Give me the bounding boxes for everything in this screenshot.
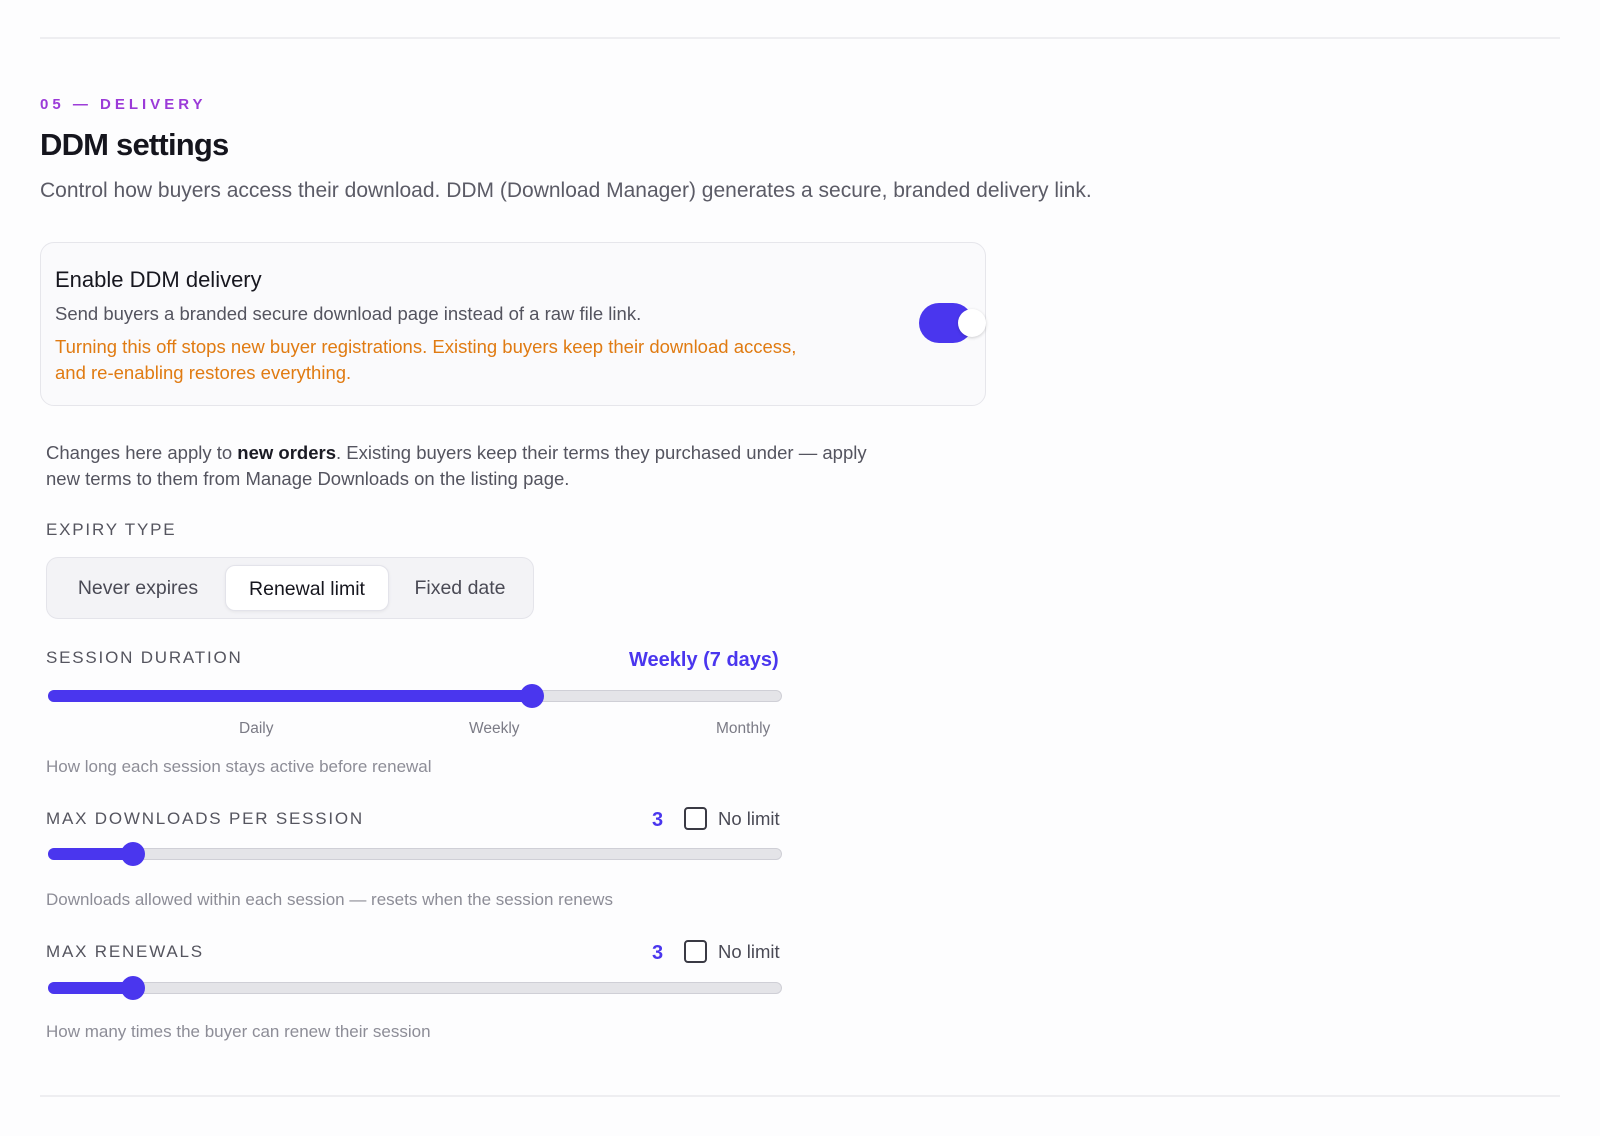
max-downloads-no-limit-label: No limit <box>718 808 780 829</box>
max-downloads-thumb[interactable] <box>121 842 146 866</box>
tick-daily: Daily <box>239 720 274 737</box>
warning-line-1: Turning this off stops new buyer registr… <box>55 336 797 357</box>
session-duration-thumb[interactable] <box>520 684 545 708</box>
max-renewals-value: 3 <box>652 942 664 964</box>
expiry-option-fixed[interactable]: Fixed date <box>393 565 527 611</box>
max-renewals-label: MAX RENEWALS <box>46 942 204 961</box>
enable-ddm-card: Enable DDM delivery Send buyers a brande… <box>40 242 986 406</box>
page-subtitle: Control how buyers access their download… <box>40 179 1092 202</box>
enable-ddm-title: Enable DDM delivery <box>55 267 262 292</box>
max-downloads-slider[interactable] <box>48 842 782 866</box>
note-bold: new orders <box>237 442 336 463</box>
expiry-option-renewal[interactable]: Renewal limit <box>225 565 389 611</box>
max-renewals-thumb[interactable] <box>121 976 146 1000</box>
max-renewals-no-limit-label: No limit <box>718 941 780 962</box>
enable-ddm-warning: Turning this off stops new buyer registr… <box>55 334 915 386</box>
session-duration-label: SESSION DURATION <box>46 648 243 667</box>
expiry-type-label: EXPIRY TYPE <box>46 520 177 539</box>
changes-note: Changes here apply to new orders. Existi… <box>46 440 966 492</box>
toggle-knob <box>958 309 986 337</box>
session-duration-hint: How long each session stays active befor… <box>46 757 432 776</box>
max-downloads-no-limit-checkbox[interactable] <box>684 807 707 830</box>
page-title: DDM settings <box>40 127 229 162</box>
note-prefix: Changes here apply to <box>46 442 238 463</box>
max-downloads-label: MAX DOWNLOADS PER SESSION <box>46 809 364 828</box>
warning-line-2: and re-enabling restores everything. <box>55 362 352 383</box>
max-downloads-value: 3 <box>652 809 664 831</box>
max-renewals-no-limit-checkbox[interactable] <box>684 940 707 963</box>
tick-monthly: Monthly <box>716 720 771 737</box>
section-eyebrow: 05 — DELIVERY <box>40 96 207 113</box>
enable-ddm-description: Send buyers a branded secure download pa… <box>55 303 642 324</box>
top-divider <box>40 37 1560 39</box>
note-line-2: new terms to them from Manage Downloads … <box>46 468 570 489</box>
bottom-divider <box>40 1095 1560 1097</box>
max-renewals-hint: How many times the buyer can renew their… <box>46 1022 431 1041</box>
tick-weekly: Weekly <box>469 720 520 737</box>
max-downloads-hint: Downloads allowed within each session — … <box>46 890 613 909</box>
session-duration-value: Weekly (7 days) <box>629 649 779 671</box>
note-suffix: . Existing buyers keep their terms they … <box>336 442 867 463</box>
session-duration-slider[interactable] <box>48 684 782 708</box>
session-duration-fill <box>48 690 534 702</box>
expiry-type-segmented: Never expires Renewal limit Fixed date <box>46 557 534 619</box>
expiry-option-never[interactable]: Never expires <box>55 565 221 611</box>
max-renewals-slider[interactable] <box>48 976 782 1000</box>
